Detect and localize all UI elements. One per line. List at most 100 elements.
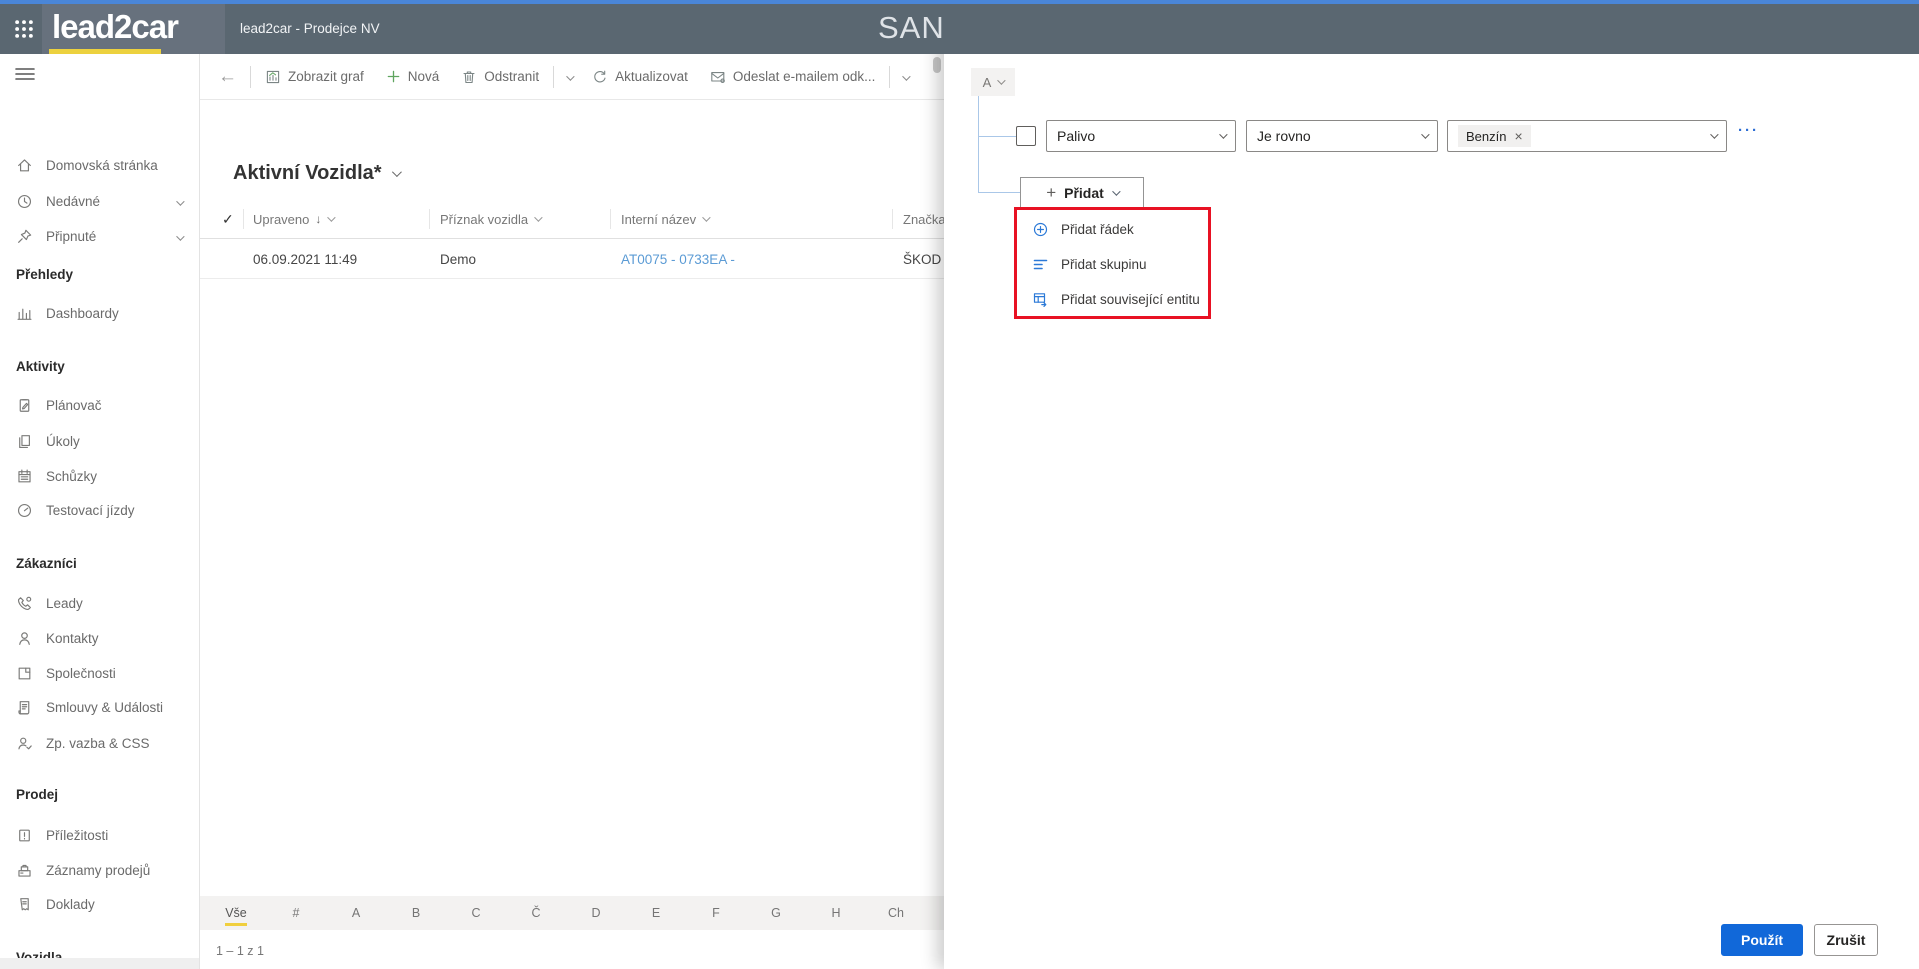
- sidebar-item-kontakty[interactable]: Kontakty: [0, 623, 200, 653]
- app-logo-text: lead2car: [52, 8, 179, 45]
- menu-item-label: Přidat skupinu: [1061, 257, 1147, 272]
- add-dropdown-menu: Přidat řádek Přidat skupinu Přidat souvi…: [1020, 212, 1206, 317]
- jumpbar-item[interactable]: B: [386, 906, 446, 920]
- app-logo[interactable]: lead2car: [42, 4, 225, 54]
- toolbar-divider: [250, 65, 251, 88]
- add-row-icon: [1033, 222, 1048, 237]
- column-header-interni-nazev[interactable]: Interní název: [621, 199, 711, 239]
- grid-scrollbar[interactable]: [933, 57, 941, 73]
- sidebar-item-testovaci-jizdy[interactable]: Testovací jízdy: [0, 495, 200, 525]
- condition-row-checkbox[interactable]: [1016, 126, 1036, 146]
- sidebar-item-dashboardy[interactable]: Dashboardy: [0, 298, 200, 328]
- add-related-entity-icon: [1033, 293, 1047, 307]
- refresh-button[interactable]: Aktualizovat: [581, 60, 699, 94]
- delete-button[interactable]: Odstranit: [450, 60, 550, 94]
- column-header-znacka[interactable]: Značka: [903, 199, 946, 239]
- jumpbar-item[interactable]: Ch: [866, 906, 926, 920]
- value-tag-label: Benzín: [1466, 128, 1507, 144]
- cancel-button[interactable]: Zrušit: [1814, 924, 1878, 956]
- select-all-check[interactable]: ✓: [222, 199, 234, 239]
- app-launcher-button[interactable]: [10, 15, 38, 43]
- value-tag: Benzín ×: [1458, 125, 1531, 147]
- sidebar-item-prilezitosti[interactable]: Příležitosti: [0, 820, 200, 850]
- sidebar-section-zakaznici: Zákazníci: [16, 555, 77, 571]
- chevron-down-icon: [1710, 130, 1719, 139]
- toolbar-divider: [889, 65, 891, 88]
- delete-more-chevron[interactable]: [557, 69, 581, 84]
- jumpbar-item[interactable]: H: [806, 906, 866, 920]
- back-button[interactable]: ←: [208, 66, 247, 88]
- operator-select-value: Je rovno: [1257, 128, 1311, 144]
- jumpbar-item[interactable]: A: [326, 906, 386, 920]
- column-separator: [610, 209, 611, 229]
- row-more-options-button[interactable]: ···: [1738, 122, 1759, 139]
- column-header-upraveno[interactable]: Upraveno ↓: [253, 199, 337, 239]
- chevron-down-icon[interactable]: [176, 194, 185, 209]
- remove-tag-icon[interactable]: ×: [1514, 129, 1522, 143]
- column-separator: [429, 209, 430, 229]
- sidebar-item-label: Úkoly: [46, 433, 80, 449]
- company-icon: [18, 667, 31, 679]
- sidebar-item-doklady[interactable]: Doklady: [0, 889, 200, 919]
- jumpbar-item[interactable]: E: [626, 906, 686, 920]
- sidebar-navigation: Domovská stránka Nedávné Připnuté Přehle…: [0, 54, 200, 969]
- sidebar-item-pripnute[interactable]: Připnuté: [0, 221, 200, 251]
- sidebar-item-smlouvy-udalosti[interactable]: Smlouvy & Události: [0, 692, 200, 722]
- trash-icon: [463, 70, 475, 83]
- jumpbar-item[interactable]: Č: [506, 906, 566, 920]
- column-header-priznak-vozidla[interactable]: Příznak vozidla: [440, 199, 543, 239]
- chevron-down-icon: [997, 76, 1006, 85]
- sidebar-item-ukoly[interactable]: Úkoly: [0, 426, 200, 456]
- jumpbar-item[interactable]: G: [746, 906, 806, 920]
- email-link-button[interactable]: Odeslat e-mailem odk...: [699, 60, 887, 94]
- add-button[interactable]: + Přidat: [1020, 177, 1144, 208]
- opportunity-icon: [19, 829, 30, 841]
- jumpbar-label: G: [771, 906, 781, 920]
- table-row[interactable]: 06.09.2021 11:49 Demo AT0075 - 0733EA - …: [200, 239, 944, 279]
- toolbar-overflow-chevron[interactable]: [893, 69, 917, 84]
- main-grid-area: ← Zobrazit graf Nová Odstranit Aktualizo…: [200, 54, 946, 969]
- jumpbar-item-vse[interactable]: Vše: [206, 906, 266, 926]
- sidebar-item-label: Připnuté: [46, 228, 97, 244]
- cell-priznak-vozidla: Demo: [440, 251, 477, 267]
- view-title: Aktivní Vozidla*: [233, 162, 382, 184]
- sidebar-item-planovac[interactable]: Plánovač: [0, 390, 200, 420]
- menu-item-add-related-entity[interactable]: Přidat související entitu: [1020, 282, 1206, 317]
- jumpbar-label: A: [351, 906, 361, 920]
- filter-tree-line: [978, 96, 979, 192]
- cell-interni-nazev-link[interactable]: AT0075 - 0733EA -: [621, 239, 735, 279]
- sidebar-item-zaznamy-prodeju[interactable]: Záznamy prodejů: [0, 855, 200, 885]
- menu-item-add-group[interactable]: Přidat skupinu: [1020, 247, 1206, 282]
- person-icon: [19, 631, 30, 645]
- jumpbar-label: H: [831, 906, 841, 920]
- jumpbar-item[interactable]: F: [686, 906, 746, 920]
- sidebar-item-spolecnosti[interactable]: Společnosti: [0, 658, 200, 688]
- sidebar-item-label: Leady: [46, 595, 83, 611]
- value-select[interactable]: Benzín ×: [1447, 120, 1727, 152]
- view-selector[interactable]: Aktivní Vozidla*: [233, 162, 402, 185]
- sidebar-item-nedavne[interactable]: Nedávné: [0, 186, 200, 216]
- sidebar-item-zp-vazba-css[interactable]: Zp. vazba & CSS: [0, 728, 200, 758]
- chevron-down-icon: [702, 213, 711, 222]
- jumpbar-item[interactable]: D: [566, 906, 626, 920]
- field-select[interactable]: Palivo: [1046, 120, 1236, 152]
- phone-icon: [17, 596, 32, 610]
- chevron-down-icon[interactable]: [176, 229, 185, 244]
- sidebar-item-label: Dashboardy: [46, 305, 119, 321]
- sidebar-item-leady[interactable]: Leady: [0, 588, 200, 618]
- sidebar-item-label: Kontakty: [46, 630, 99, 646]
- menu-item-add-row[interactable]: Přidat řádek: [1020, 212, 1206, 247]
- apply-button[interactable]: Použít: [1721, 924, 1803, 956]
- operator-select[interactable]: Je rovno: [1246, 120, 1438, 152]
- sidebar-collapse-button[interactable]: [12, 62, 38, 86]
- jumpbar-item[interactable]: #: [266, 906, 326, 920]
- group-operator-dropdown[interactable]: A: [971, 68, 1015, 96]
- jumpbar-item[interactable]: C: [446, 906, 506, 920]
- sidebar-item-schuzky[interactable]: Schůzky: [0, 461, 200, 491]
- contract-icon: [18, 700, 30, 714]
- new-record-button[interactable]: Nová: [375, 60, 451, 94]
- show-chart-button[interactable]: Zobrazit graf: [254, 60, 375, 94]
- jumpbar-label: D: [591, 906, 601, 920]
- sidebar-item-domovska-stranka[interactable]: Domovská stránka: [0, 150, 200, 180]
- record-count-status: 1 – 1 z 1: [216, 944, 264, 958]
